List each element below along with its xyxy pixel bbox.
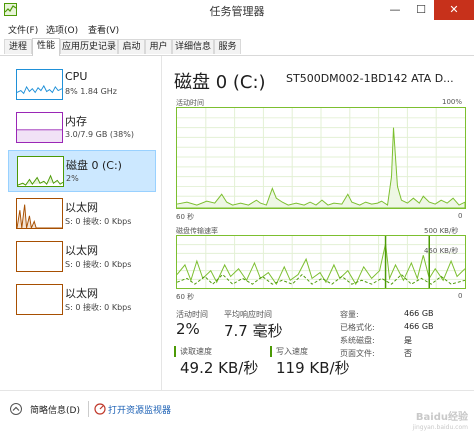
sidebar-item-value: 3.0/7.9 GB (38%) <box>65 130 134 139</box>
open-resource-monitor-link[interactable]: 打开资源监视器 <box>108 403 171 416</box>
response-time-stat-value: 7.7 毫秒 <box>224 322 283 340</box>
sidebar-item-value: S: 0 接收: 0 Kbps <box>65 303 132 312</box>
transfer-rate-mid-label: 450 KB/秒 <box>424 247 459 255</box>
sidebar-item-label: 内存 <box>65 115 87 128</box>
info-capacity-label: 容量: <box>340 310 359 319</box>
sidebar: CPU 8% 1.84 GHz 内存 3.0/7.9 GB (38%) 磁盘 0… <box>0 56 162 390</box>
sidebar-item-cpu[interactable]: CPU 8% 1.84 GHz <box>8 64 156 106</box>
page-title: 磁盘 0 (C:) <box>174 72 266 93</box>
ethernet-thumbnail-chart <box>16 241 63 272</box>
close-button[interactable]: ✕ <box>434 0 474 20</box>
active-time-min-label: 0 <box>458 212 463 220</box>
tab-strip: 进程 性能 应用历史记录 启动 用户 详细信息 服务 <box>0 38 474 56</box>
disk-model: ST500DM002-1BD142 ATA D... <box>286 72 454 85</box>
sidebar-item-value: S: 0 接收: 0 Kbps <box>65 260 132 269</box>
sidebar-item-value: 8% 1.84 GHz <box>65 87 118 96</box>
info-formatted-value: 466 GB <box>404 322 434 331</box>
write-speed-stat-label: 写入速度 <box>270 346 308 357</box>
menu-bar: 文件(F) 选项(O) 查看(V) <box>0 20 474 37</box>
disk-thumbnail-chart <box>17 156 64 187</box>
info-system-disk-value: 是 <box>404 336 412 345</box>
sidebar-item-memory[interactable]: 内存 3.0/7.9 GB (38%) <box>8 107 156 149</box>
minimize-button[interactable]: — <box>382 0 408 20</box>
resource-monitor-icon <box>94 403 106 415</box>
active-time-chart <box>176 107 466 209</box>
active-time-stat-value: 2% <box>176 320 200 338</box>
read-speed-stat-label: 读取速度 <box>174 346 212 357</box>
transfer-rate-time-label: 60 秒 <box>176 293 195 301</box>
sidebar-item-label: 磁盘 0 (C:) <box>66 159 122 172</box>
tab-processes[interactable]: 进程 <box>4 39 32 54</box>
tab-startup[interactable]: 启动 <box>118 39 145 54</box>
memory-thumbnail-chart <box>16 112 63 143</box>
info-capacity-value: 466 GB <box>404 309 434 318</box>
menu-options[interactable]: 选项(O) <box>46 23 78 36</box>
info-page-file-label: 页面文件: <box>340 349 375 358</box>
info-page-file-value: 否 <box>404 349 412 358</box>
sidebar-item-ethernet-3[interactable]: 以太网 S: 0 接收: 0 Kbps <box>8 279 156 321</box>
title-bar: 任务管理器 — ☐ ✕ <box>0 0 474 20</box>
footer-divider <box>88 401 89 417</box>
footer: 简略信息(D) 打开资源监视器 Baidu经验 jingyan.baidu.co… <box>0 390 474 431</box>
active-time-time-label: 60 秒 <box>176 213 195 221</box>
watermark: Baidu经验 <box>415 412 468 423</box>
info-system-disk-label: 系统磁盘: <box>340 336 375 345</box>
tab-details[interactable]: 详细信息 <box>172 39 214 54</box>
sidebar-item-label: 以太网 <box>65 287 98 300</box>
disk-detail-panel: 磁盘 0 (C:) ST500DM002-1BD142 ATA D... 活动时… <box>162 56 474 390</box>
response-time-stat-label: 平均响应时间 <box>224 310 272 319</box>
sidebar-item-value: 2% <box>66 174 79 183</box>
sidebar-item-label: CPU <box>65 70 88 83</box>
sidebar-item-ethernet-2[interactable]: 以太网 S: 0 接收: 0 Kbps <box>8 236 156 278</box>
active-time-max-label: 100% <box>442 98 463 106</box>
ethernet-thumbnail-chart <box>16 284 63 315</box>
chevron-up-icon[interactable] <box>10 403 22 415</box>
info-formatted-label: 已格式化: <box>340 323 375 332</box>
tab-app-history[interactable]: 应用历史记录 <box>60 39 118 54</box>
brief-details-button[interactable]: 简略信息(D) <box>30 403 80 416</box>
write-speed-stat-value: 119 KB/秒 <box>276 359 350 377</box>
maximize-button[interactable]: ☐ <box>408 0 434 20</box>
sidebar-item-ethernet-1[interactable]: 以太网 S: 0 接收: 0 Kbps <box>8 193 156 235</box>
menu-file[interactable]: 文件(F) <box>8 23 38 36</box>
cpu-thumbnail-chart <box>16 69 63 100</box>
sidebar-item-value: S: 0 接收: 0 Kbps <box>65 217 132 226</box>
tab-users[interactable]: 用户 <box>145 39 172 54</box>
ethernet-thumbnail-chart <box>16 198 63 229</box>
transfer-rate-chart <box>176 235 466 289</box>
read-speed-stat-value: 49.2 KB/秒 <box>180 359 259 377</box>
sidebar-item-disk[interactable]: 磁盘 0 (C:) 2% <box>8 150 156 192</box>
menu-view[interactable]: 查看(V) <box>88 23 119 36</box>
sidebar-item-label: 以太网 <box>65 201 98 214</box>
sidebar-item-label: 以太网 <box>65 244 98 257</box>
active-time-stat-label: 活动时间 <box>176 310 208 319</box>
tab-performance[interactable]: 性能 <box>32 38 60 56</box>
tab-services[interactable]: 服务 <box>214 39 241 54</box>
transfer-rate-min-label: 0 <box>458 292 463 300</box>
